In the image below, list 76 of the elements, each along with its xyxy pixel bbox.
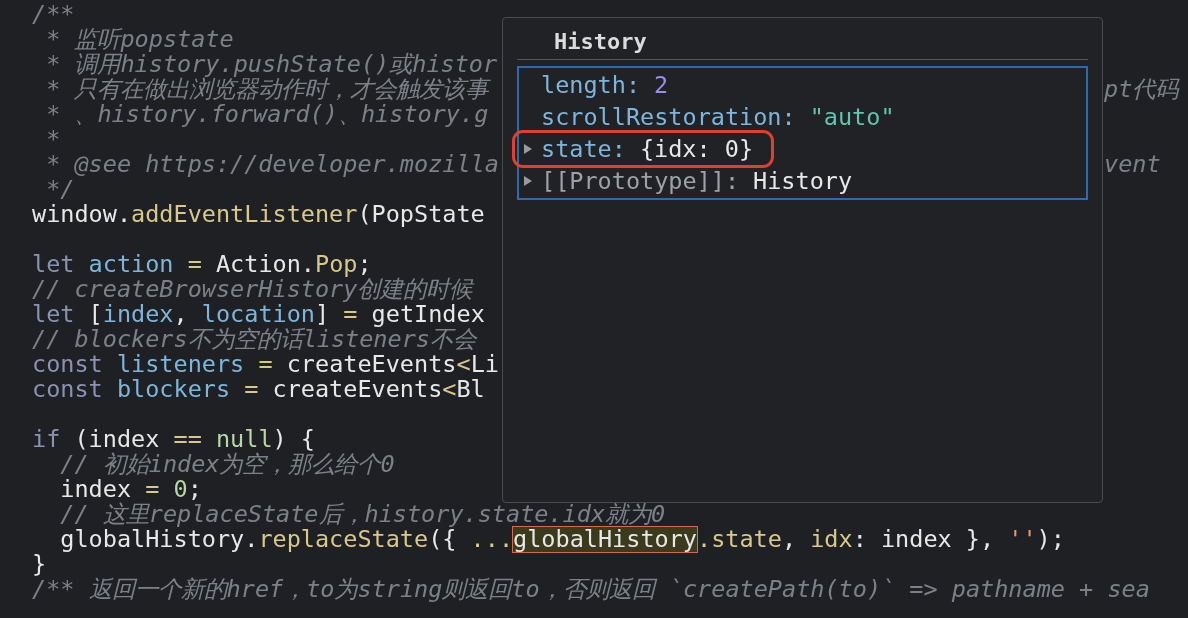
code-token: ] — [315, 302, 330, 327]
code-token: getIndex — [371, 302, 485, 327]
code-token: const — [32, 352, 104, 377]
code-comment: * — [45, 127, 61, 152]
code-comment: * 调用history.pushState()或histor — [45, 52, 498, 77]
code-token: == — [173, 427, 202, 452]
code-token: globalHistory. — [59, 527, 259, 552]
code-comment: * 只有在做出浏览器动作时，才会触发该事 — [45, 77, 489, 102]
popup-title: History — [553, 28, 648, 56]
code-comment: * 监听popstate — [45, 27, 234, 52]
code-token: null — [214, 427, 273, 452]
code-token: < — [456, 352, 471, 377]
code-comment: /** — [32, 2, 75, 27]
code-token: : index }, — [852, 527, 996, 552]
code-token: replaceState — [258, 527, 429, 552]
code-token: let — [32, 302, 75, 327]
code-token: ; — [357, 252, 372, 277]
code-comment: * @see https://developer.mozilla — [45, 152, 499, 177]
code-comment: // 初始index为空，那么给个0 — [59, 452, 395, 477]
property-key: state: — [541, 136, 626, 162]
code-token: location — [201, 302, 315, 327]
code-token: Action. — [215, 252, 315, 277]
code-token: = — [257, 352, 274, 377]
property-value: History — [753, 168, 853, 194]
code-token: Pop — [315, 252, 358, 277]
code-token: Li — [470, 352, 499, 377]
code-comment: */ — [45, 177, 75, 202]
code-comment: // blockers不为空的话listeners不会 — [32, 327, 476, 352]
property-key: length: — [541, 72, 641, 98]
code-token: [ — [88, 302, 103, 327]
code-token: listeners — [116, 352, 245, 377]
code-token: createEvents — [286, 352, 457, 377]
code-token: < — [442, 377, 457, 402]
code-token: = — [186, 252, 203, 277]
code-comment: vent — [1104, 152, 1162, 177]
code-token: action — [88, 252, 174, 277]
code-token: ) { — [272, 427, 315, 452]
code-token: = — [343, 302, 359, 327]
code-token: window. — [32, 202, 132, 227]
property-key: scrollRestoration: — [541, 104, 796, 130]
property-key: [[Prototype]]: — [541, 168, 740, 194]
property-value: "auto" — [809, 104, 895, 130]
code-token: ... — [470, 527, 514, 552]
code-token: = — [145, 477, 161, 502]
highlighted-word: globalHistory — [513, 527, 697, 552]
code-comment: // createBrowserHistory创建的时候 — [32, 277, 473, 302]
code-token: } — [32, 552, 47, 577]
code-token: '' — [1008, 527, 1037, 552]
code-token: index — [102, 302, 174, 327]
code-token: if — [32, 427, 62, 452]
code-token: let — [32, 252, 76, 277]
code-token: ({ — [428, 527, 457, 552]
code-token: Bl — [456, 377, 485, 402]
code-token: (index — [74, 427, 161, 452]
code-token: .state — [697, 527, 782, 552]
code-token: (PopState — [357, 202, 485, 227]
code-token: idx — [810, 527, 853, 552]
code-comment: // 这里replaceState后，history.state.idx就为0 — [59, 502, 666, 527]
code-token: createEvents — [272, 377, 443, 402]
expand-triangle-icon[interactable] — [523, 143, 533, 155]
code-token: index — [59, 477, 132, 502]
property-value: 2 — [654, 72, 669, 98]
code-comment: pt代码 — [1104, 77, 1181, 102]
code-comment: * 、history.forward()、history.g — [45, 102, 489, 127]
code-token: const — [32, 377, 104, 402]
code-token: = — [243, 377, 260, 402]
code-token: ; — [187, 477, 202, 502]
code-token: addEventListener — [131, 202, 358, 227]
code-token: blockers — [116, 377, 231, 402]
code-comment: /** 返回一个新的href，to为string则返回to，否则返回 `createPath(to)` => pathname + sea — [32, 577, 1150, 602]
code-token: , — [781, 527, 798, 552]
property-value: {idx: 0} — [639, 136, 754, 162]
code-token: 0 — [173, 477, 188, 502]
code-token: ); — [1036, 527, 1065, 552]
expand-triangle-icon[interactable] — [523, 175, 533, 187]
code-token: , — [173, 302, 188, 327]
